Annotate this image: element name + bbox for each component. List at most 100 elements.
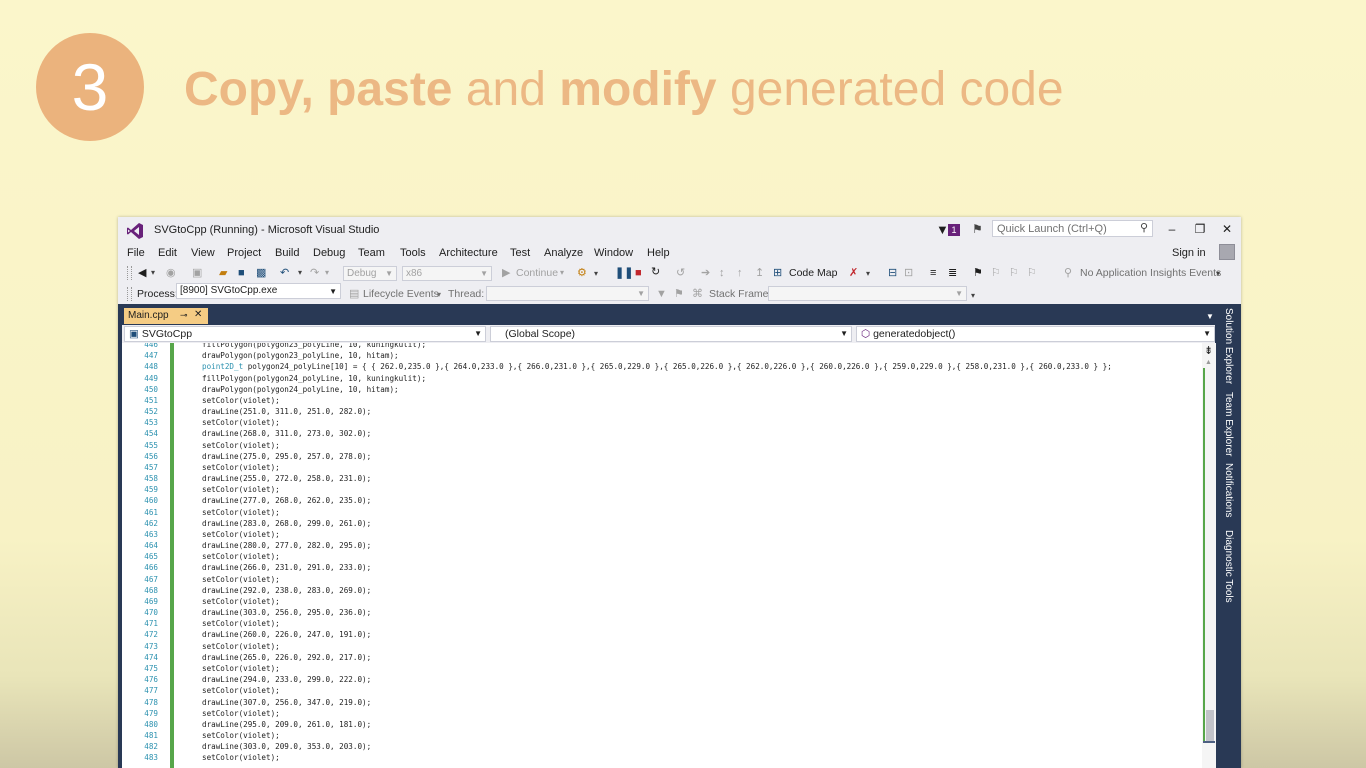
back-icon[interactable]: ◀ [138, 266, 146, 280]
new-project-icon[interactable]: ▣ [192, 266, 202, 280]
redo-dropdown-icon[interactable]: ▾ [325, 266, 329, 280]
code-text[interactable]: setColor(violet); [202, 708, 280, 719]
insights-icon[interactable]: ⚲ [1064, 266, 1072, 280]
menu-window[interactable]: Window [594, 247, 633, 259]
scope-select[interactable]: (Global Scope) ▼ [490, 326, 852, 342]
menu-team[interactable]: Team [358, 247, 385, 259]
code-text[interactable]: setColor(violet); [202, 551, 280, 562]
scroll-thumb[interactable] [1206, 710, 1214, 742]
code-line[interactable]: 454 drawLine(268.0, 311.0, 273.0, 302.0); [122, 428, 1202, 439]
menu-debug[interactable]: Debug [313, 247, 345, 259]
stack-frame-icon[interactable]: ⌘ [692, 287, 703, 301]
code-line[interactable]: 464 drawLine(280.0, 277.0, 282.0, 295.0); [122, 540, 1202, 551]
attach-dropdown-icon[interactable]: ▾ [594, 267, 598, 281]
scroll-up-icon[interactable]: ▲ [1205, 359, 1212, 366]
indent-icon[interactable]: ⊟ [888, 266, 897, 280]
pin-icon[interactable]: ⊸ [180, 308, 188, 322]
code-text[interactable]: setColor(violet); [202, 440, 280, 451]
code-line[interactable]: 448 point2D_t polygon24_polyLine[10] = { … [122, 361, 1202, 372]
code-text[interactable]: drawLine(292.0, 238.0, 283.0, 269.0); [202, 585, 371, 596]
code-text[interactable]: setColor(violet); [202, 752, 280, 763]
menu-analyze[interactable]: Analyze [544, 247, 583, 259]
code-line[interactable]: 459 setColor(violet); [122, 484, 1202, 495]
code-line[interactable]: 478 drawLine(307.0, 256.0, 347.0, 219.0); [122, 697, 1202, 708]
code-line[interactable]: 481 setColor(violet); [122, 730, 1202, 741]
code-line[interactable]: 482 drawLine(303.0, 209.0, 353.0, 203.0); [122, 741, 1202, 752]
solution-configuration-select[interactable]: Debug ▼ [343, 266, 397, 281]
code-line[interactable]: 469 setColor(violet); [122, 596, 1202, 607]
code-line[interactable]: 458 drawLine(255.0, 272.0, 258.0, 231.0); [122, 473, 1202, 484]
lifecycle-dropdown-icon[interactable]: ▾ [437, 288, 441, 302]
code-line[interactable]: 480 drawLine(295.0, 209.0, 261.0, 181.0); [122, 719, 1202, 730]
back-dropdown-icon[interactable]: ▾ [151, 266, 155, 280]
code-text[interactable]: setColor(violet); [202, 395, 280, 406]
code-text[interactable]: fillPolygon(polygon24_polyLine, 10, kuni… [202, 373, 426, 384]
code-text[interactable]: drawLine(303.0, 256.0, 295.0, 236.0); [202, 607, 371, 618]
code-line[interactable]: 483 setColor(violet); [122, 752, 1202, 763]
insights-dropdown-icon[interactable]: ▾ [1216, 267, 1220, 281]
code-line[interactable]: 450 drawPolygon(polygon24_polyLine, 10, h… [122, 384, 1202, 395]
outdent-icon[interactable]: ⊡ [904, 266, 913, 280]
code-editor[interactable]: 446 fillPolygon(polygon23_polyLine, 10, k… [122, 343, 1202, 768]
code-line[interactable]: 460 drawLine(277.0, 268.0, 262.0, 235.0); [122, 495, 1202, 506]
code-text[interactable]: drawLine(266.0, 231.0, 291.0, 233.0); [202, 562, 371, 573]
code-text[interactable]: drawLine(294.0, 233.0, 299.0, 222.0); [202, 674, 371, 685]
code-line[interactable]: 466 drawLine(266.0, 231.0, 291.0, 233.0); [122, 562, 1202, 573]
code-line[interactable]: 452 drawLine(251.0, 311.0, 251.0, 282.0); [122, 406, 1202, 417]
stack-frame-select[interactable]: ▼ [768, 286, 967, 301]
code-line[interactable]: 470 drawLine(303.0, 256.0, 295.0, 236.0); [122, 607, 1202, 618]
code-text[interactable]: drawLine(277.0, 268.0, 262.0, 235.0); [202, 495, 371, 506]
code-text[interactable]: drawPolygon(polygon24_polyLine, 10, hita… [202, 384, 399, 395]
code-text[interactable]: drawLine(260.0, 226.0, 247.0, 191.0); [202, 629, 371, 640]
undo-icon[interactable]: ↶ [280, 266, 289, 280]
forward-icon[interactable]: ◉ [166, 266, 176, 280]
code-text[interactable]: drawLine(280.0, 277.0, 282.0, 295.0); [202, 540, 371, 551]
code-map-icon[interactable]: ⊞ [773, 266, 782, 280]
notification-count-badge[interactable]: 1 [948, 224, 960, 236]
thread-filter-icon[interactable]: ▼ [656, 287, 667, 301]
step-into-icon[interactable]: ➔ [701, 266, 710, 280]
code-line[interactable]: 474 drawLine(265.0, 226.0, 292.0, 217.0); [122, 652, 1202, 663]
code-line[interactable]: 476 drawLine(294.0, 233.0, 299.0, 222.0); [122, 674, 1202, 685]
account-icon[interactable] [1219, 244, 1235, 260]
lifecycle-events-button[interactable]: Lifecycle Events [363, 287, 439, 301]
code-text[interactable]: setColor(violet); [202, 462, 280, 473]
close-button[interactable]: ✕ [1218, 221, 1236, 237]
undo-dropdown-icon[interactable]: ▾ [298, 266, 302, 280]
code-line[interactable]: 447 drawPolygon(polygon23_polyLine, 10, h… [122, 350, 1202, 361]
code-line[interactable]: 468 drawLine(292.0, 238.0, 283.0, 269.0); [122, 585, 1202, 596]
restore-button[interactable]: ❐ [1191, 221, 1209, 237]
menu-view[interactable]: View [191, 247, 215, 259]
save-all-icon[interactable]: ▩ [256, 266, 266, 280]
code-text[interactable]: setColor(violet); [202, 507, 280, 518]
code-line[interactable]: 449 fillPolygon(polygon24_polyLine, 10, k… [122, 373, 1202, 384]
code-text[interactable]: drawLine(265.0, 226.0, 292.0, 217.0); [202, 652, 371, 663]
lifecycle-events-icon[interactable]: ▤ [349, 287, 359, 301]
code-text[interactable]: setColor(violet); [202, 574, 280, 585]
feedback-icon[interactable]: ⚑ [972, 222, 983, 236]
code-text[interactable]: setColor(violet); [202, 641, 280, 652]
redo-icon[interactable]: ↷ [310, 266, 319, 280]
flag-threads-icon[interactable]: ⚑ [674, 287, 684, 301]
clear-breakpoints-icon[interactable]: ✗ [849, 266, 858, 280]
show-next-statement-icon[interactable]: ↺ [676, 266, 685, 280]
code-line[interactable]: 446 fillPolygon(polygon23_polyLine, 10, k… [122, 343, 1202, 350]
tab-solution-explorer[interactable]: Solution Explorer [1220, 308, 1236, 384]
clear-bookmarks-icon[interactable]: ⚐ [1027, 266, 1037, 280]
close-tab-icon[interactable]: ✕ [194, 308, 202, 322]
tab-list-dropdown-icon[interactable]: ▼ [1206, 312, 1214, 321]
code-line[interactable]: 457 setColor(violet); [122, 462, 1202, 473]
play-icon[interactable]: ▶ [502, 266, 510, 280]
process-select[interactable]: [8900] SVGtoCpp.exe ▼ [176, 283, 341, 299]
quick-launch-input[interactable]: Quick Launch (Ctrl+Q) ⚲ [992, 220, 1153, 237]
break-all-icon[interactable]: ❚❚ [615, 266, 633, 280]
member-select[interactable]: ⬡ generatedobject() ▼ [856, 326, 1215, 342]
menu-edit[interactable]: Edit [158, 247, 177, 259]
code-line[interactable]: 477 setColor(violet); [122, 685, 1202, 696]
comment-icon[interactable]: ≡ [930, 266, 936, 280]
code-line[interactable]: 475 setColor(violet); [122, 663, 1202, 674]
notification-flag-icon[interactable]: ▼ [936, 222, 949, 237]
code-text[interactable]: setColor(violet); [202, 484, 280, 495]
code-line[interactable]: 465 setColor(violet); [122, 551, 1202, 562]
menu-test[interactable]: Test [510, 247, 530, 259]
